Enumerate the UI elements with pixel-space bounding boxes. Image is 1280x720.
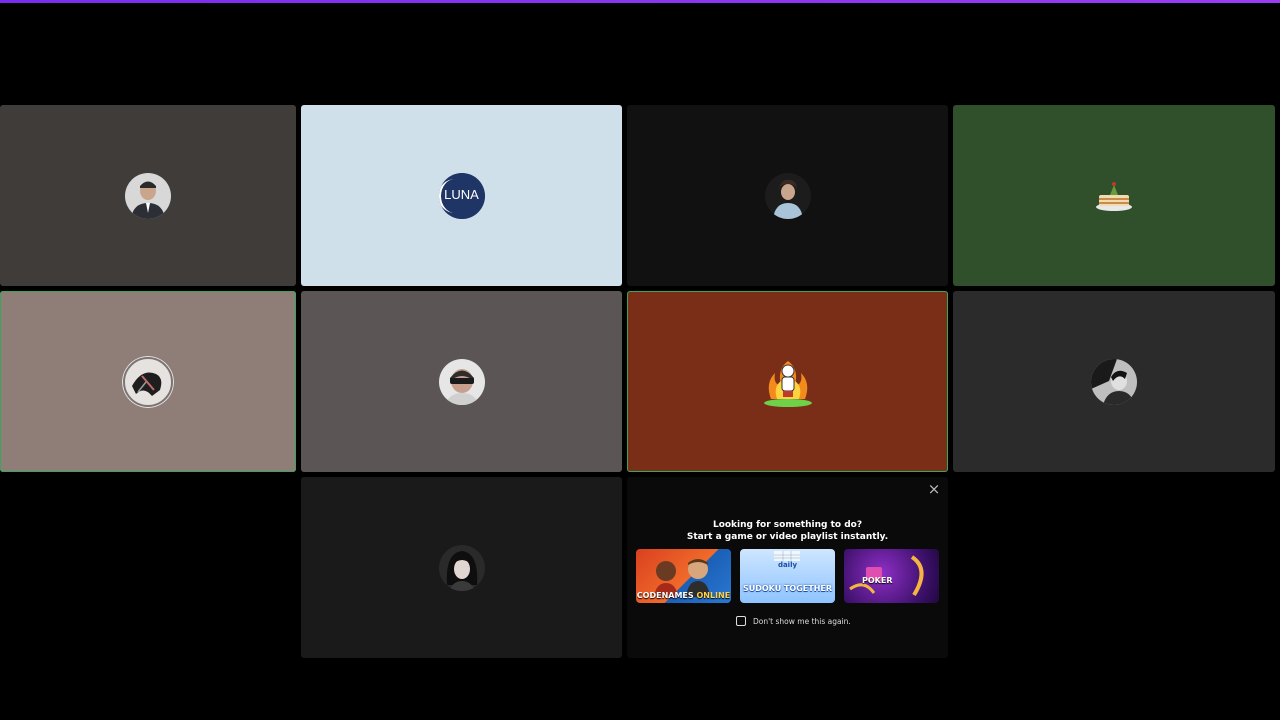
activity-cards: CODENAMES ONLINE daily SUDOKU TOGETHER P…: [636, 549, 939, 603]
close-icon[interactable]: ×: [926, 481, 942, 497]
activity-card-codenames[interactable]: CODENAMES ONLINE: [636, 549, 731, 603]
activity-suggestion-panel: × Looking for something to do? Start a g…: [627, 477, 948, 658]
dont-show-again-checkbox[interactable]: [736, 616, 746, 626]
activity-card-sudoku[interactable]: daily SUDOKU TOGETHER: [740, 549, 835, 603]
luna-logo-avatar: LUNA: [438, 172, 485, 219]
poker-label: POKER: [862, 576, 893, 585]
sudoku-label: SUDOKU TOGETHER: [742, 584, 833, 593]
person-photo-avatar: [438, 544, 485, 591]
dont-show-again-row[interactable]: Don't show me this again.: [736, 615, 851, 627]
participant-tile[interactable]: [627, 291, 948, 472]
activity-card-poker[interactable]: POKER: [844, 549, 939, 603]
participant-tile[interactable]: [627, 105, 948, 286]
participant-tile[interactable]: [953, 105, 1275, 286]
person-photo-avatar: [125, 172, 171, 219]
codenames-label: CODENAMES ONLINE: [636, 591, 731, 600]
cartoon-avatar: [761, 355, 815, 409]
participant-tile[interactable]: [0, 105, 296, 286]
participant-tile[interactable]: [0, 291, 296, 472]
luna-logo-text: LUNA: [444, 186, 479, 202]
participant-tile[interactable]: LUNA: [301, 105, 622, 286]
dont-show-again-label: Don't show me this again.: [753, 616, 851, 626]
cake-avatar: [1091, 172, 1137, 219]
bw-photo-avatar: [1091, 358, 1137, 405]
participant-tile[interactable]: [301, 477, 622, 658]
video-grid: LUNA × Looking for something to do? Star…: [0, 3, 1280, 720]
person-photo-avatar: [764, 172, 811, 219]
person-photo-avatar: [438, 358, 485, 405]
participant-tile[interactable]: [953, 291, 1275, 472]
panel-subheading: Start a game or video playlist instantly…: [686, 532, 889, 542]
panel-heading-block: Looking for something to do? Start a gam…: [627, 519, 948, 543]
sudoku-daily-label: daily: [777, 561, 798, 569]
panel-heading: Looking for something to do?: [712, 520, 863, 530]
sketch-avatar: [122, 355, 174, 408]
participant-tile[interactable]: [301, 291, 622, 472]
